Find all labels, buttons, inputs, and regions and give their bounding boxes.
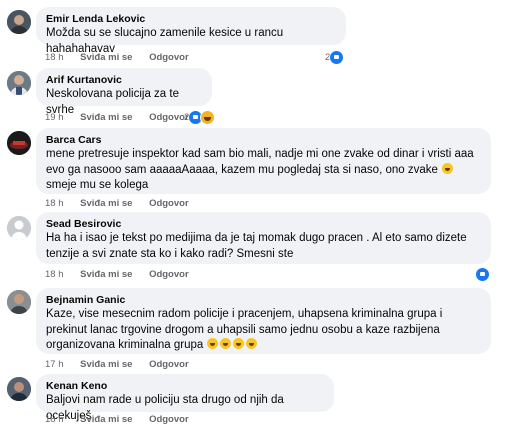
reply-button[interactable]: Odgovor [149, 414, 189, 425]
comment-time[interactable]: 18 h [45, 52, 64, 63]
comment-author[interactable]: Kenan Keno [46, 379, 324, 393]
laughing-emoji-icon [246, 338, 258, 349]
comment-actions: 19 h Sviđa mi se Odgovor [45, 112, 203, 123]
avatar[interactable] [7, 71, 31, 95]
comment-text: Kaze, vise mesecnim radom policije i pra… [46, 307, 481, 354]
comment-author[interactable]: Bejnamin Ganic [46, 293, 481, 307]
like-reaction-icon [475, 267, 490, 282]
laughing-emoji-icon [220, 338, 232, 349]
like-button[interactable]: Sviđa mi se [80, 269, 132, 280]
comment-bubble: Arif Kurtanovic Neskolovana policija za … [36, 68, 212, 116]
comment-actions: 18 h Sviđa mi se Odgovor [45, 52, 203, 63]
comment-bubble: Barca Cars mene pretresuje inspektor kad… [36, 128, 491, 194]
comment-bubble: Kenan Keno Baljovi nam rade u policiju s… [36, 374, 334, 422]
comment-bubble: Bejnamin Ganic Kaze, vise mesecnim radom… [36, 288, 491, 354]
comment-text-part: Kaze, vise mesecnim radom policije i pra… [46, 308, 443, 351]
comment-actions: 18 h Sviđa mi se Odgovor [45, 414, 203, 425]
like-button[interactable]: Sviđa mi se [80, 112, 132, 123]
reply-button[interactable]: Odgovor [149, 112, 189, 123]
reply-button[interactable]: Odgovor [149, 269, 189, 280]
like-button[interactable]: Sviđa mi se [80, 198, 132, 209]
avatar[interactable] [7, 10, 31, 34]
laughing-emoji-icon [207, 338, 219, 349]
comment-actions: 17 h Sviđa mi se Odgovor [45, 359, 203, 370]
comment-text: mene pretresuje inspektor kad sam bio ma… [46, 147, 481, 194]
comment-time[interactable]: 18 h [45, 198, 64, 209]
comment-author[interactable]: Barca Cars [46, 133, 481, 147]
like-button[interactable]: Sviđa mi se [80, 414, 132, 425]
comment-text-part: mene pretresuje inspektor kad sam bio ma… [46, 148, 474, 176]
reply-button[interactable]: Odgovor [149, 198, 189, 209]
comment-actions: 18 h Sviđa mi se Odgovor [45, 198, 203, 209]
comment-text-part: smeje mu se kolega [46, 179, 149, 191]
laughing-emoji-icon [233, 338, 245, 349]
comment-author[interactable]: Sead Besirovic [46, 217, 481, 231]
comment-author[interactable]: Emir Lenda Lekovic [46, 12, 336, 26]
reaction-summary[interactable]: 2 [325, 50, 345, 65]
comment-time[interactable]: 18 h [45, 269, 64, 280]
comment-time[interactable]: 17 h [45, 359, 64, 370]
comment-time[interactable]: 18 h [45, 414, 64, 425]
comment-text: Ha ha i isao je tekst po medijima da je … [46, 232, 467, 260]
reply-button[interactable]: Odgovor [149, 52, 189, 63]
avatar[interactable] [7, 216, 31, 240]
comment-bubble: Emir Lenda Lekovic Možda su se slucajno … [36, 7, 346, 55]
reaction-summary[interactable] [475, 267, 490, 282]
avatar[interactable] [7, 290, 31, 314]
comment-author[interactable]: Arif Kurtanovic [46, 73, 202, 87]
comment-time[interactable]: 19 h [45, 112, 64, 123]
avatar[interactable] [7, 377, 31, 401]
like-button[interactable]: Sviđa mi se [80, 52, 132, 63]
like-button[interactable]: Sviđa mi se [80, 359, 132, 370]
comment-actions: 18 h Sviđa mi se Odgovor [45, 269, 203, 280]
laughing-emoji-icon [442, 162, 454, 174]
comment-bubble: Sead Besirovic Ha ha i isao je tekst po … [36, 212, 491, 264]
reply-button[interactable]: Odgovor [149, 359, 189, 370]
like-reaction-icon [329, 50, 345, 65]
avatar[interactable] [7, 131, 31, 155]
